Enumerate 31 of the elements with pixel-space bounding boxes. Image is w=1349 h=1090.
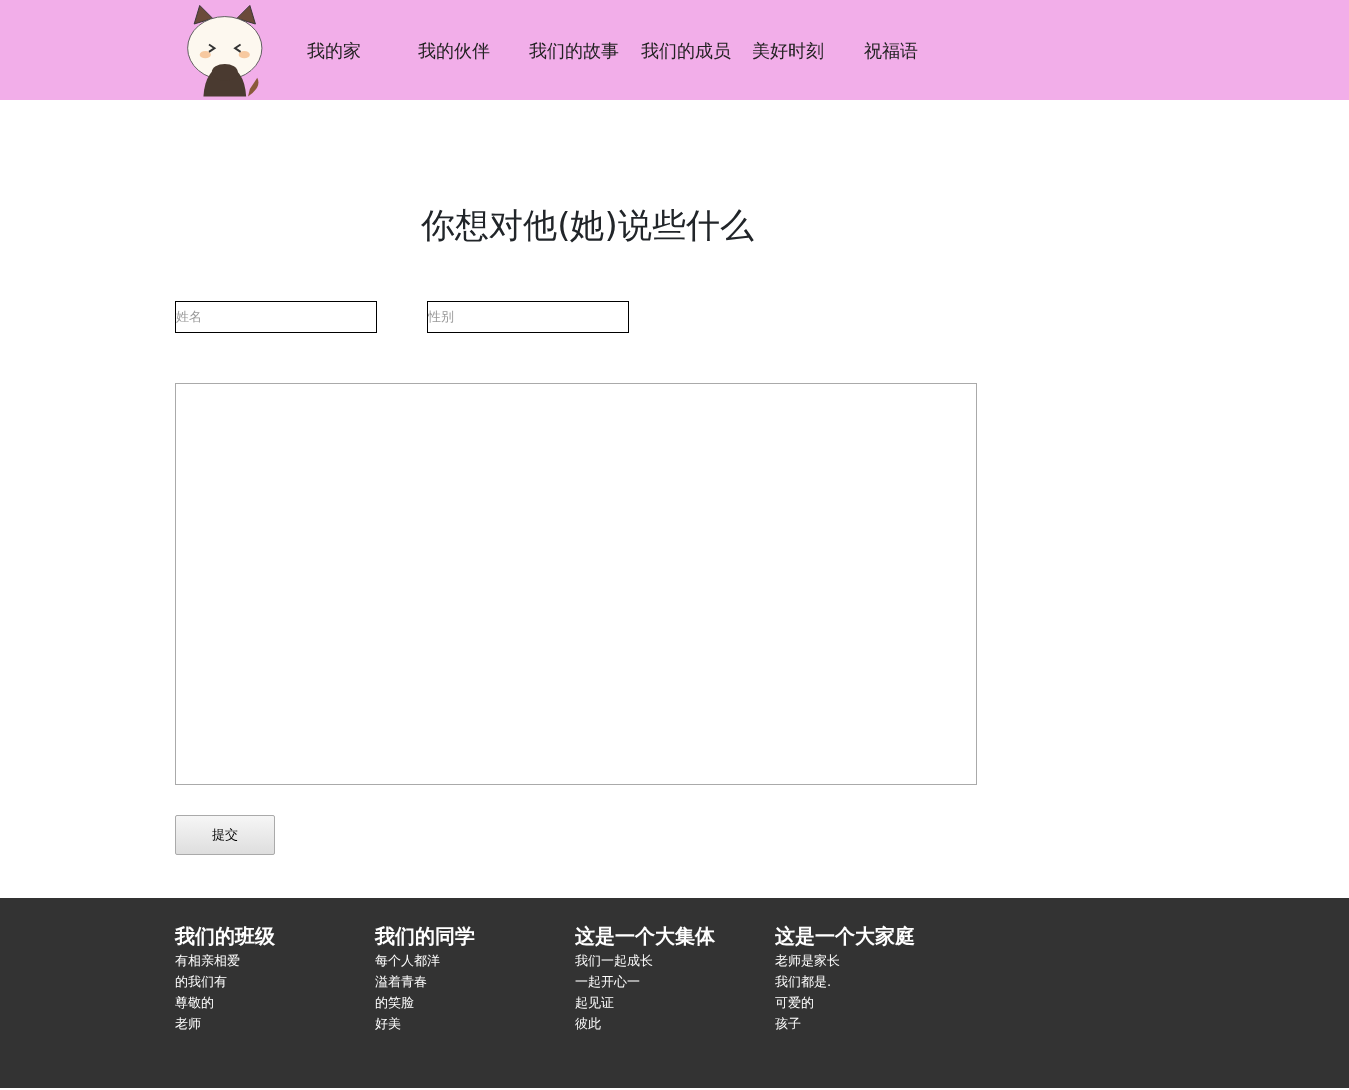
- footer-heading: 我们的班级: [175, 922, 276, 950]
- footer-text: 孩子: [775, 1014, 802, 1033]
- footer-text: 老师: [175, 1014, 202, 1033]
- footer-heading: 我们的同学: [375, 922, 476, 950]
- footer-text: 可爱的: [775, 993, 815, 1012]
- footer-text: 好美: [375, 1014, 402, 1033]
- footer-heading: 这是一个大集体: [575, 922, 716, 950]
- footer-text: 我们都是.: [775, 972, 833, 991]
- nav-link[interactable]: 我的家: [306, 36, 418, 64]
- footer-text: 一起开心一: [575, 972, 641, 991]
- footer-text: 的我们有: [175, 972, 228, 991]
- nav-link[interactable]: 我的伙伴: [417, 36, 530, 64]
- gender-input[interactable]: 性别: [427, 300, 629, 333]
- footer-text: 起见证: [575, 993, 615, 1012]
- nav-link[interactable]: 我们的故事: [529, 36, 641, 64]
- footer-text: 有相亲相爱: [175, 951, 241, 970]
- footer-text: 溢着青春: [375, 972, 428, 991]
- nav-link[interactable]: 我们的成员: [640, 36, 753, 64]
- submit-button[interactable]: 提交: [175, 814, 275, 855]
- footer-text: 的笑脸: [375, 993, 415, 1012]
- nav-link[interactable]: 美好时刻: [752, 36, 864, 64]
- footer-text: 彼此: [575, 1014, 602, 1033]
- page-title: 你想对他(她)说些什么: [420, 205, 755, 246]
- name-input[interactable]: 姓名: [175, 300, 377, 333]
- footer-heading: 这是一个大家庭: [775, 922, 916, 950]
- footer-text: 我们一起成长: [575, 951, 654, 970]
- footer-text: 老师是家长: [775, 951, 841, 970]
- message-textarea[interactable]: [175, 382, 977, 785]
- footer-text: 尊敬的: [175, 993, 215, 1012]
- footer-text: 每个人都洋: [375, 951, 441, 970]
- nav-link[interactable]: 祝福语: [863, 36, 975, 64]
